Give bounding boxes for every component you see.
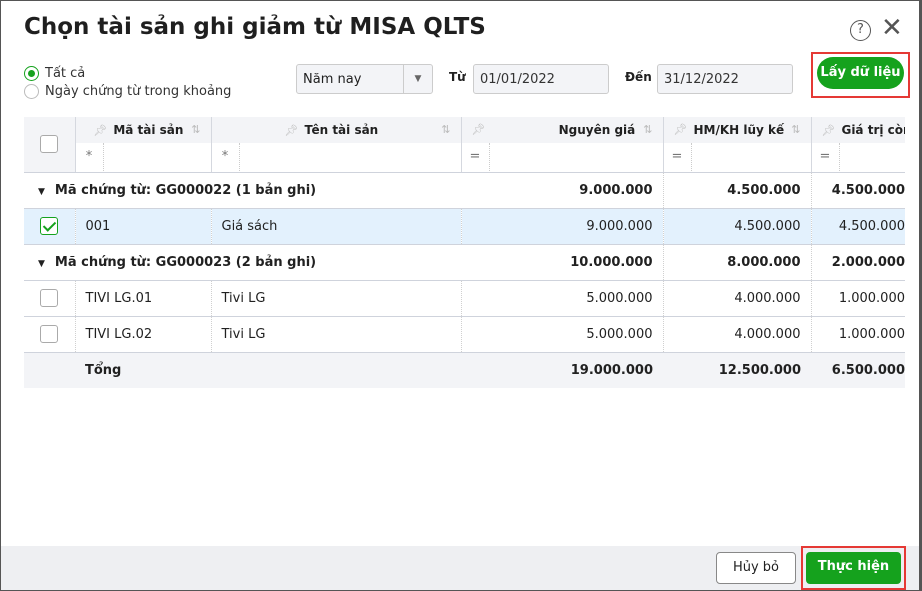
filter-operator[interactable]: = [664, 143, 692, 171]
dialog-title: Chọn tài sản ghi giảm từ MISA QLTS [24, 14, 486, 40]
group-depreciation: 8.000.000 [663, 244, 812, 281]
asset-name: Giá sách [211, 208, 462, 245]
collapse-icon[interactable]: ▼ [38, 259, 45, 269]
radio-all[interactable]: Tất cả [24, 66, 85, 81]
period-value: Năm nay [303, 72, 362, 87]
sort-icon[interactable]: ⇅ [191, 123, 200, 136]
asset-depreciation: 4.500.000 [663, 208, 812, 245]
group-cost: 10.000.000 [461, 244, 664, 281]
row-checkbox[interactable] [40, 325, 59, 343]
group-depreciation: 4.500.000 [663, 172, 812, 209]
filter-depreciation[interactable]: = [663, 143, 812, 173]
group-cost: 9.000.000 [461, 172, 664, 209]
close-icon[interactable]: ✕ [881, 14, 903, 42]
asset-cost: 5.000.000 [461, 280, 664, 317]
group-label: Mã chứng từ: GG000023 (2 bản ghi) [54, 254, 317, 270]
asset-remaining: 4.500.000 [811, 208, 905, 245]
sort-icon[interactable]: ⇅ [643, 123, 652, 136]
asset-remaining: 1.000.000 [811, 280, 905, 317]
total-depreciation: 12.500.000 [663, 352, 811, 388]
total-cost: 19.000.000 [461, 352, 663, 388]
asset-code: TIVI LG.01 [75, 280, 212, 317]
row-checkbox[interactable] [40, 217, 59, 235]
submit-button[interactable]: Thực hiện [806, 552, 901, 584]
column-header-depreciation[interactable]: 📌︎ ⇅ HM/KH lũy kế [663, 117, 812, 143]
column-header-name[interactable]: 📌︎ Tên tài sản ⇅ [211, 117, 462, 143]
chevron-down-icon[interactable]: ▼ [403, 65, 432, 93]
pin-icon[interactable]: 📌︎ [674, 123, 688, 136]
fetch-data-button[interactable]: Lấy dữ liệu [817, 57, 904, 89]
column-label: Tên tài sản [304, 123, 379, 137]
column-header-remaining[interactable]: 📌︎ Giá trị còn lại [811, 117, 905, 143]
filter-name[interactable]: * [211, 143, 462, 173]
pin-icon[interactable]: 📌︎ [93, 124, 107, 137]
group-label: Mã chứng từ: GG000022 (1 bản ghi) [54, 182, 317, 198]
table-row[interactable]: 001 Giá sách 9.000.000 4.500.000 4.500.0… [24, 208, 905, 245]
pin-icon[interactable]: 📌︎ [285, 124, 299, 137]
sort-icon[interactable]: ⇅ [441, 123, 450, 136]
asset-depreciation: 4.000.000 [663, 280, 812, 317]
sort-icon[interactable]: ⇅ [791, 123, 800, 136]
total-row: Tổng 19.000.000 12.500.000 6.500.000 [24, 352, 905, 388]
column-label: HM/KH lũy kế [693, 123, 785, 137]
column-label: Giá trị còn lại [841, 123, 905, 137]
asset-cost: 9.000.000 [461, 208, 664, 245]
help-icon[interactable]: ? [850, 20, 871, 41]
radio-all-label: Tất cả [45, 66, 86, 81]
table-row[interactable]: TIVI LG.02 Tivi LG 5.000.000 4.000.000 1… [24, 316, 905, 353]
column-header-cost[interactable]: 📌︎ ⇅ Nguyên giá [461, 117, 664, 143]
asset-name: Tivi LG [211, 316, 462, 353]
pin-icon[interactable]: 📌︎ [472, 123, 486, 136]
radio-date-range[interactable]: Ngày chứng từ trong khoảng [24, 84, 231, 99]
period-select[interactable]: Năm nay ▼ [296, 64, 433, 94]
total-remaining: 6.500.000 [811, 352, 905, 388]
cancel-button[interactable]: Hủy bỏ [716, 552, 796, 584]
radio-range-label: Ngày chứng từ trong khoảng [45, 84, 232, 99]
table-row[interactable]: TIVI LG.01 Tivi LG 5.000.000 4.000.000 1… [24, 280, 905, 317]
from-date-input[interactable]: 01/01/2022 [473, 64, 609, 94]
filter-operator[interactable]: = [462, 143, 490, 171]
asset-code: 001 [75, 208, 212, 245]
filter-operator[interactable]: * [212, 143, 240, 171]
filter-operator[interactable]: = [812, 143, 840, 171]
asset-code: TIVI LG.02 [75, 316, 212, 353]
group-remaining: 2.000.000 [811, 244, 905, 281]
to-date-input[interactable]: 31/12/2022 [657, 64, 793, 94]
column-label: Mã tài sản [113, 123, 184, 137]
filter-operator[interactable]: * [76, 143, 104, 171]
filter-remaining[interactable]: = [811, 143, 905, 173]
column-label: Nguyên giá [558, 123, 636, 137]
group-row[interactable]: ▼ Mã chứng từ: GG000022 (1 bản ghi) 9.000… [24, 172, 905, 209]
radio-checked-icon [24, 66, 39, 81]
collapse-icon[interactable]: ▼ [38, 187, 45, 197]
total-label: Tổng [75, 352, 211, 388]
group-row[interactable]: ▼ Mã chứng từ: GG000023 (2 bản ghi) 10.00… [24, 244, 905, 281]
select-all-checkbox[interactable] [40, 135, 59, 154]
row-checkbox[interactable] [40, 289, 59, 307]
filter-cost[interactable]: = [461, 143, 664, 173]
asset-cost: 5.000.000 [461, 316, 664, 353]
filter-code[interactable]: * [75, 143, 212, 173]
group-remaining: 4.500.000 [811, 172, 905, 209]
pin-icon[interactable]: 📌︎ [822, 124, 836, 137]
asset-table: 📌︎ Mã tài sản ⇅ 📌︎ Tên tài sản ⇅ 📌︎ ⇅ Nguyên g… [24, 117, 905, 388]
radio-unchecked-icon [24, 84, 39, 99]
to-label: Đến [625, 70, 652, 84]
from-label: Từ [449, 70, 466, 84]
column-header-code[interactable]: 📌︎ Mã tài sản ⇅ [75, 117, 212, 143]
asset-name: Tivi LG [211, 280, 462, 317]
asset-depreciation: 4.000.000 [663, 316, 812, 353]
asset-remaining: 1.000.000 [811, 316, 905, 353]
